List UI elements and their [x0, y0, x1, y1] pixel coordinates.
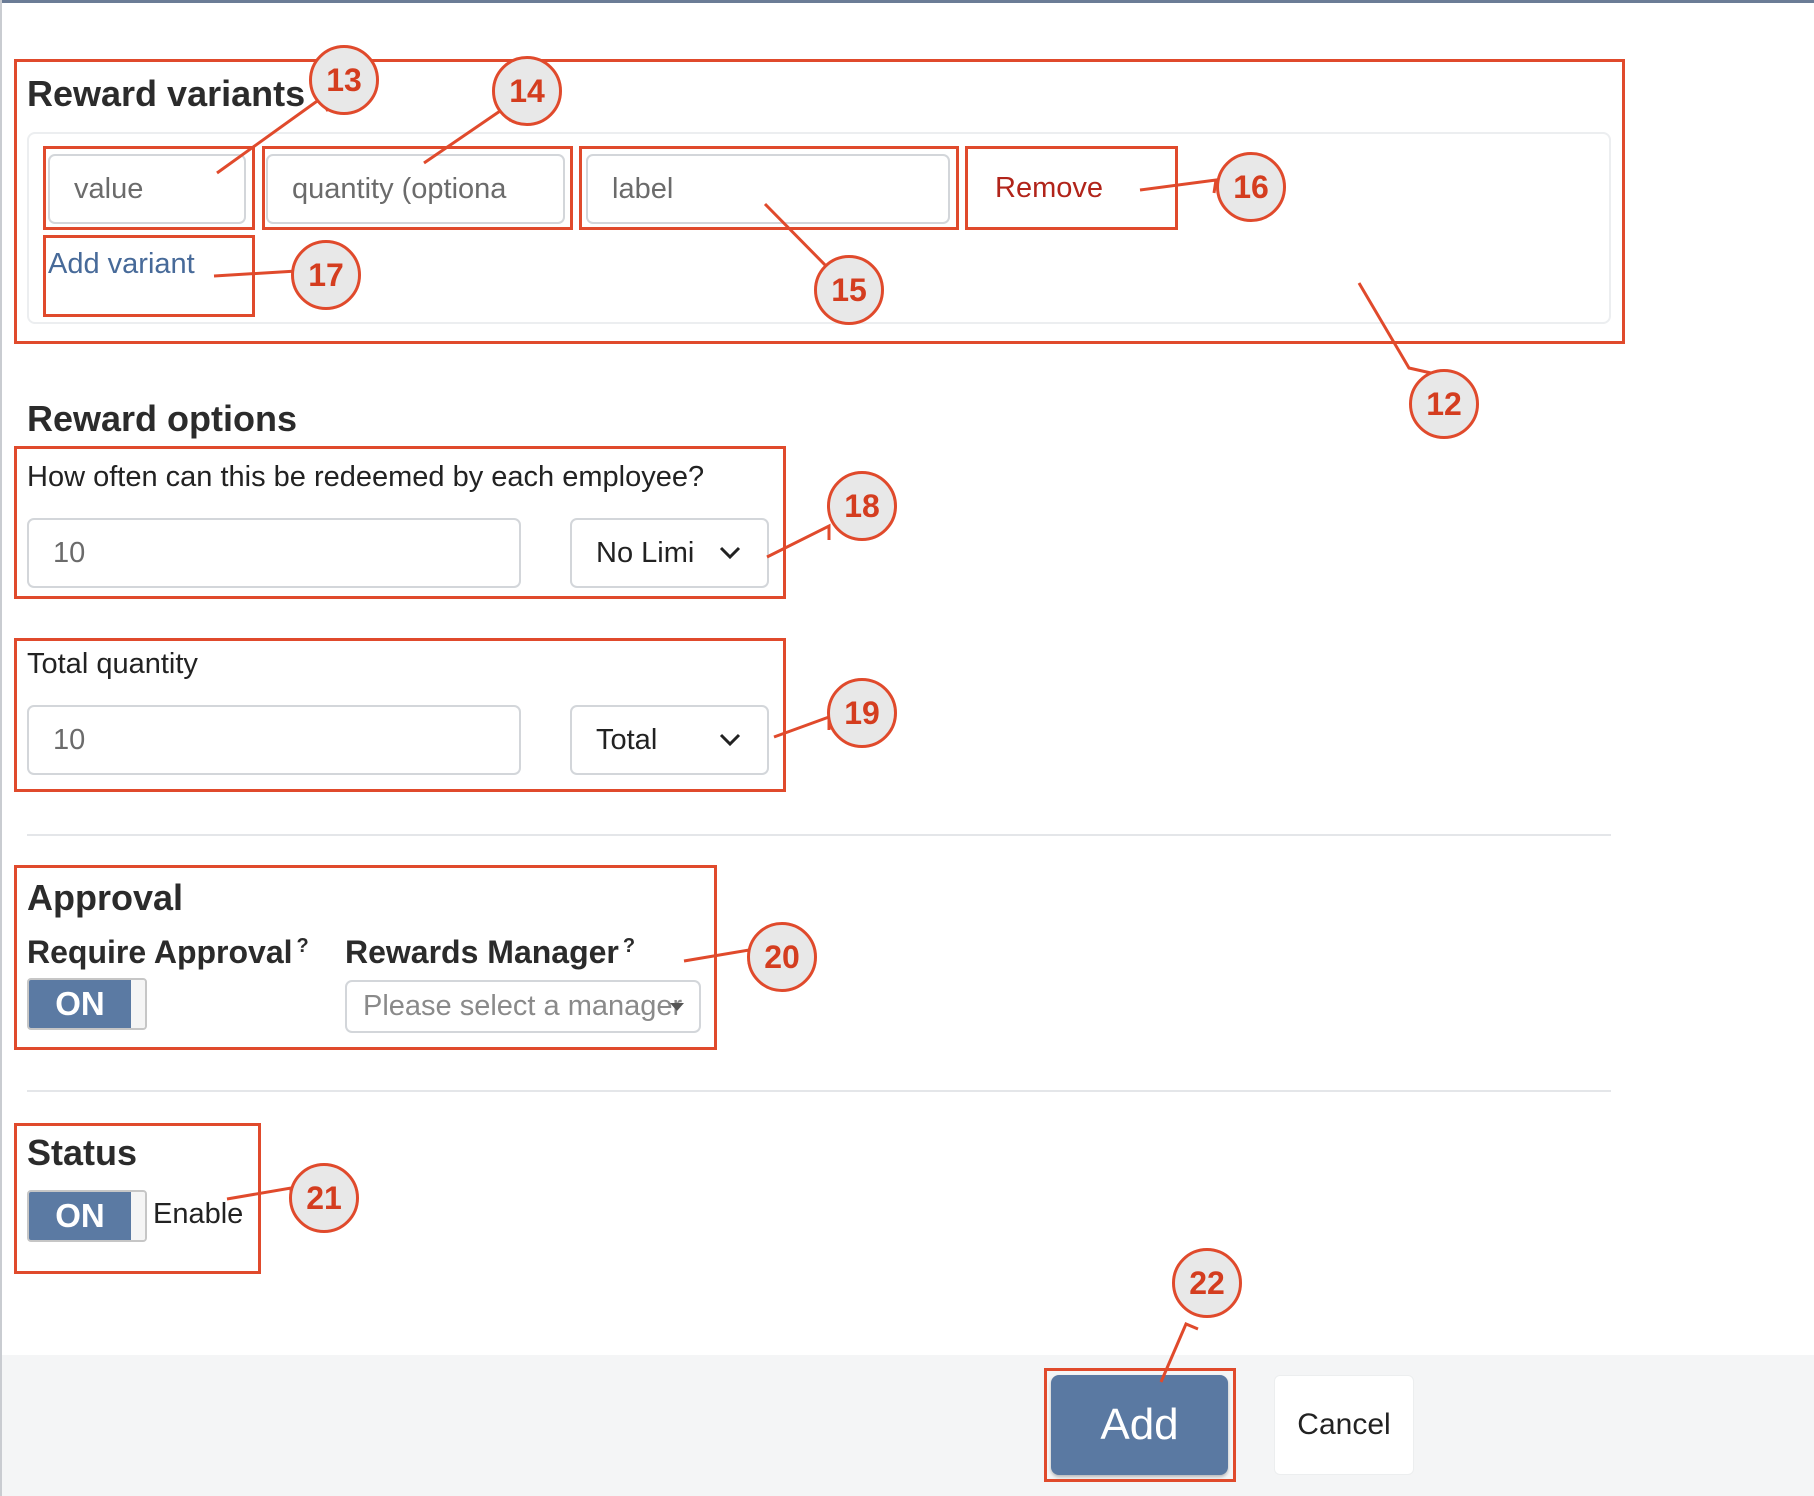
callout-box-18 — [14, 446, 786, 599]
callout-box-16 — [965, 146, 1178, 230]
callout-box-13 — [43, 146, 255, 230]
reward-options-heading: Reward options — [27, 398, 298, 439]
callout-box-22 — [1044, 1368, 1236, 1482]
annotation-marker-21: 21 — [289, 1163, 359, 1233]
annotation-marker-20: 20 — [747, 922, 817, 992]
callout-box-20 — [14, 865, 717, 1050]
annotation-marker-13: 13 — [309, 45, 379, 115]
callout-box-15 — [579, 146, 959, 230]
top-border — [0, 0, 1814, 3]
annotation-marker-16: 16 — [1216, 152, 1286, 222]
callout-box-14 — [262, 146, 573, 230]
section-divider — [27, 1090, 1611, 1092]
left-border — [0, 0, 2, 1496]
annotation-marker-22: 22 — [1172, 1248, 1242, 1318]
section-divider — [27, 834, 1611, 836]
callout-box-19 — [14, 638, 786, 792]
annotation-marker-17: 17 — [291, 240, 361, 310]
annotation-marker-15: 15 — [814, 255, 884, 325]
cancel-button[interactable]: Cancel — [1274, 1375, 1414, 1475]
dialog-footer — [2, 1355, 1814, 1496]
annotation-marker-12: 12 — [1409, 369, 1479, 439]
annotation-marker-19: 19 — [827, 678, 897, 748]
callout-box-21 — [14, 1123, 261, 1274]
callout-box-17 — [43, 235, 255, 317]
annotation-marker-14: 14 — [492, 56, 562, 126]
annotation-marker-18: 18 — [827, 471, 897, 541]
